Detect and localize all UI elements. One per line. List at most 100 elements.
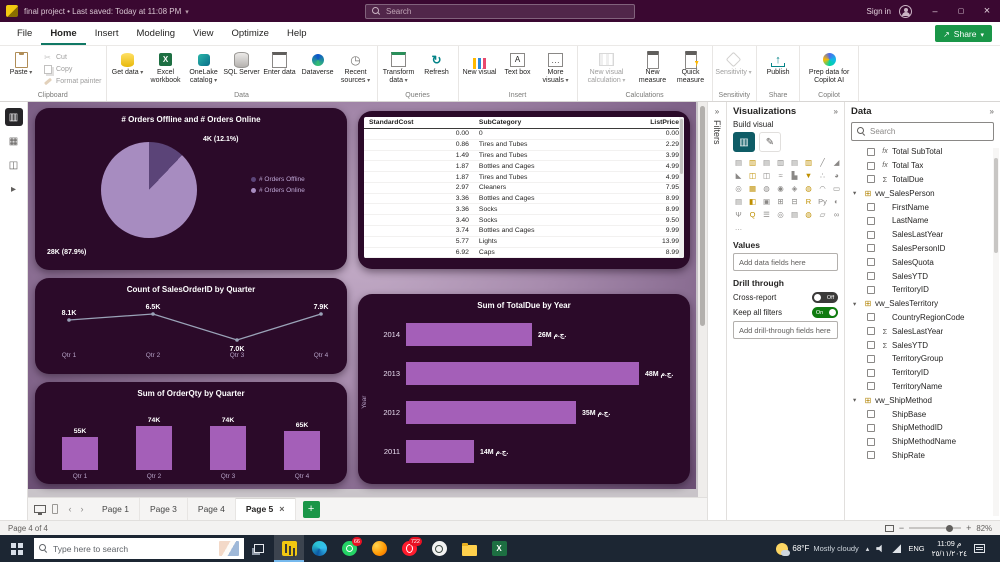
viz-icon-clustered-bar-chart[interactable]: ▤: [760, 156, 773, 168]
legend-item[interactable]: # Orders Online: [251, 185, 339, 196]
hbar-chart-visual[interactable]: Sum of TotalDue by Year Year 201426M ج.م…: [358, 294, 690, 484]
taskbar-app-whatsapp[interactable]: 66: [334, 535, 364, 562]
viz-icon-arcgis-map[interactable]: ◍: [802, 208, 815, 220]
filters-pane-collapsed[interactable]: Filters: [707, 102, 726, 520]
field-total-subtotal[interactable]: fxTotal SubTotal: [845, 145, 1000, 159]
ribbon-button-publish[interactable]: Publish: [759, 47, 797, 91]
format-visual-icon[interactable]: [759, 132, 781, 152]
viz-icon-line-and-clustered-column-chart[interactable]: ◫: [760, 169, 773, 181]
viz-icon-gauge[interactable]: ◠: [816, 182, 829, 194]
field-checkbox[interactable]: [867, 424, 875, 432]
viz-icon-stacked-area-chart[interactable]: ◣: [732, 169, 745, 181]
fit-to-page-icon[interactable]: [885, 525, 894, 532]
maximize-button[interactable]: [948, 0, 974, 22]
viz-icon-multi-row-card[interactable]: ▤: [732, 195, 745, 207]
taskbar-app-opera[interactable]: 722: [394, 535, 424, 562]
zoom-slider-thumb[interactable]: [946, 525, 953, 532]
field-territoryid[interactable]: TerritoryID: [845, 366, 1000, 380]
field-checkbox[interactable]: [867, 355, 875, 363]
taskbar-search[interactable]: [34, 538, 244, 559]
table-row[interactable]: 3.40Socks9.50: [364, 215, 684, 226]
desktop-layout-icon[interactable]: [34, 505, 46, 513]
report-view-button[interactable]: ▥: [5, 108, 23, 126]
field-salesquota[interactable]: SalesQuota: [845, 255, 1000, 269]
table-scrollbar[interactable]: [679, 117, 684, 258]
volume-icon[interactable]: [876, 544, 885, 553]
table-row[interactable]: 6.92Caps8.99: [364, 247, 684, 258]
field-checkbox[interactable]: [867, 272, 875, 280]
table-row[interactable]: 2.97Cleaners7.95: [364, 182, 684, 193]
bar[interactable]: [406, 323, 532, 346]
chevron-down-icon[interactable]: [853, 300, 862, 308]
viz-icon-more-options[interactable]: …: [732, 221, 745, 233]
sign-in-button[interactable]: Sign in: [867, 7, 891, 16]
titlebar-search-input[interactable]: [386, 7, 628, 16]
network-icon[interactable]: [892, 544, 901, 553]
close-icon[interactable]: ×: [279, 504, 284, 514]
ribbon-button-copy[interactable]: Copy: [42, 64, 102, 74]
tab-page-4[interactable]: Page 4: [188, 498, 236, 520]
taskbar-app-excel[interactable]: [484, 535, 514, 562]
field-checkbox[interactable]: [867, 341, 875, 349]
field-territoryid[interactable]: TerritoryID: [845, 283, 1000, 297]
field-firstname[interactable]: FirstName: [845, 200, 1000, 214]
viz-icon-python-visual[interactable]: Py: [816, 195, 829, 207]
zoom-out-button[interactable]: [899, 523, 904, 533]
viz-icon-azure-map[interactable]: ◍: [802, 182, 815, 194]
data-search-input[interactable]: [870, 127, 988, 136]
field-total-tax[interactable]: fxTotal Tax: [845, 159, 1000, 173]
ribbon-button-recent-sources[interactable]: Recent sources: [337, 47, 375, 91]
menu-home[interactable]: Home: [41, 22, 85, 45]
ribbon-button-onelake-catalog[interactable]: OneLake catalog: [185, 47, 223, 91]
viz-icon-100-stacked-column-chart[interactable]: ▥: [802, 156, 815, 168]
taskbar-app-file-explorer[interactable]: [454, 535, 484, 562]
mobile-layout-icon[interactable]: [52, 504, 58, 514]
line-chart[interactable]: 8.1K6.5K7.0K7.9K: [43, 298, 339, 352]
legend-item[interactable]: # Orders Offline: [251, 174, 339, 185]
field-shiprate[interactable]: ShipRate: [845, 449, 1000, 463]
field-salesytd[interactable]: SalesYTD: [845, 269, 1000, 283]
bar[interactable]: [406, 362, 639, 385]
report-page[interactable]: # Orders Offline and # Orders Online 4K …: [28, 102, 696, 489]
field-checkbox[interactable]: [867, 410, 875, 418]
viz-icon-funnel-chart[interactable]: ▼: [802, 169, 815, 181]
dax-query-view-button[interactable]: ▸: [5, 180, 23, 198]
ribbon-button-text-box[interactable]: Text box: [499, 47, 537, 91]
ribbon-button-excel-workbook[interactable]: Excel workbook: [147, 47, 185, 91]
viz-icon-paginated-report[interactable]: ▤: [788, 208, 801, 220]
bar[interactable]: [284, 431, 320, 470]
bar[interactable]: [136, 426, 172, 470]
viz-icon-metrics[interactable]: ◎: [774, 208, 787, 220]
minimize-button[interactable]: [922, 0, 948, 22]
build-visual-icon[interactable]: [733, 132, 755, 152]
data-search-box[interactable]: [851, 122, 994, 141]
taskbar-search-input[interactable]: [53, 544, 214, 554]
field-checkbox[interactable]: [867, 327, 875, 335]
field-shipmethodid[interactable]: ShipMethodID: [845, 421, 1000, 435]
viz-icon-key-influencers[interactable]: ◐: [830, 195, 843, 207]
table-column-subcategory[interactable]: SubCategory: [474, 117, 606, 129]
ribbon-button-sql-server[interactable]: SQL Server: [223, 47, 261, 91]
ribbon-button-enter-data[interactable]: Enter data: [261, 47, 299, 91]
table-view-button[interactable]: ▦: [5, 132, 23, 150]
ribbon-button-sensitivity[interactable]: Sensitivity: [715, 47, 753, 91]
ribbon-button-cut[interactable]: Cut: [42, 52, 102, 62]
taskbar-clock[interactable]: 11:09 م ٢٥/١١/٢٠٢٤: [932, 539, 967, 557]
viz-icon-matrix[interactable]: ⊟: [788, 195, 801, 207]
field-checkbox[interactable]: [867, 231, 875, 239]
viz-icon-100-stacked-bar-chart[interactable]: ▤: [788, 156, 801, 168]
viz-icon-smart-narrative[interactable]: ☰: [760, 208, 773, 220]
field-saleslastyear[interactable]: ΣSalesLastYear: [845, 324, 1000, 338]
field-checkbox[interactable]: [867, 217, 875, 225]
menu-insert[interactable]: Insert: [86, 22, 128, 45]
model-view-button[interactable]: ◫: [5, 156, 23, 174]
viz-icon-pie-chart[interactable]: ◕: [830, 169, 843, 181]
ribbon-button-new-visual-calculation[interactable]: New visual calculation: [580, 47, 634, 91]
bar[interactable]: [406, 440, 474, 463]
viz-icon-table[interactable]: ⊞: [774, 195, 787, 207]
table-visual[interactable]: StandardCostSubCategoryListPrice0.0000.0…: [358, 111, 690, 269]
viz-icon-ribbon-chart[interactable]: ≈: [774, 169, 787, 181]
ribbon-button-new-measure[interactable]: New measure: [634, 47, 672, 91]
language-indicator[interactable]: ENG: [908, 544, 924, 553]
viz-icon-filled-map[interactable]: ◉: [774, 182, 787, 194]
